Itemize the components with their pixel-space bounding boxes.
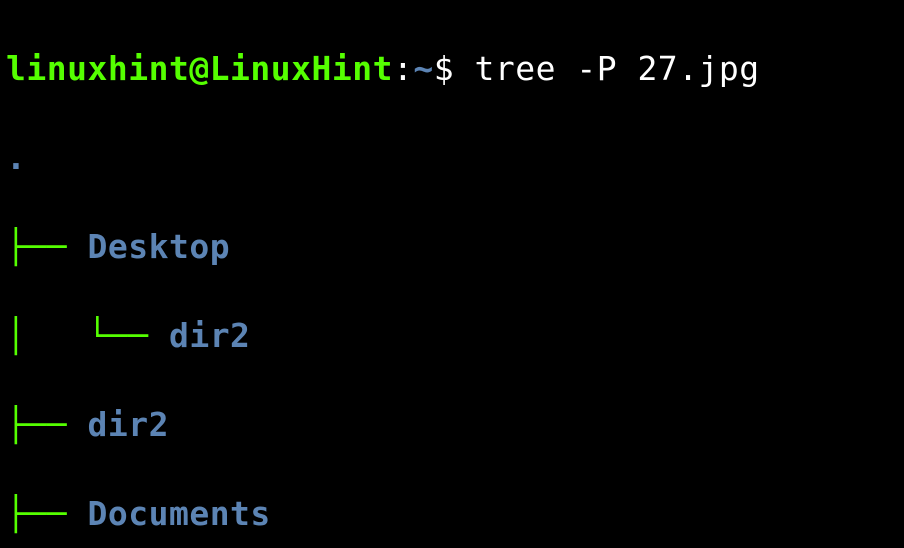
tree-line-4: ├── Documents xyxy=(6,492,898,537)
tree-branch: ├── xyxy=(6,405,87,444)
tree-branch: ├── xyxy=(6,227,87,266)
command-line-1: linuxhint@LinuxHint:~$ tree -P 27.jpg xyxy=(6,47,898,92)
tree-dir-desktop: Desktop xyxy=(87,227,230,266)
tree-line-3: ├── dir2 xyxy=(6,403,898,448)
prompt-user-host: linuxhint@LinuxHint xyxy=(6,49,393,88)
prompt-sep1: : xyxy=(393,49,413,88)
tree-branch: ├── xyxy=(6,494,87,533)
terminal-window[interactable]: linuxhint@LinuxHint:~$ tree -P 27.jpg . … xyxy=(0,0,904,548)
tree-line-1: ├── Desktop xyxy=(6,225,898,270)
tree-line-2: │ └── dir2 xyxy=(6,314,898,359)
prompt-cwd: ~ xyxy=(413,49,433,88)
tree-dir-dir2-nested: dir2 xyxy=(169,316,250,355)
tree-dir-dir2: dir2 xyxy=(87,405,168,444)
tree-root-dot: . xyxy=(6,138,26,177)
prompt-sep2: $ xyxy=(434,49,475,88)
tree-branch: │ └── xyxy=(6,316,169,355)
tree-dir-documents: Documents xyxy=(87,494,270,533)
tree-root: . xyxy=(6,136,898,181)
command-text: tree -P 27.jpg xyxy=(475,49,760,88)
